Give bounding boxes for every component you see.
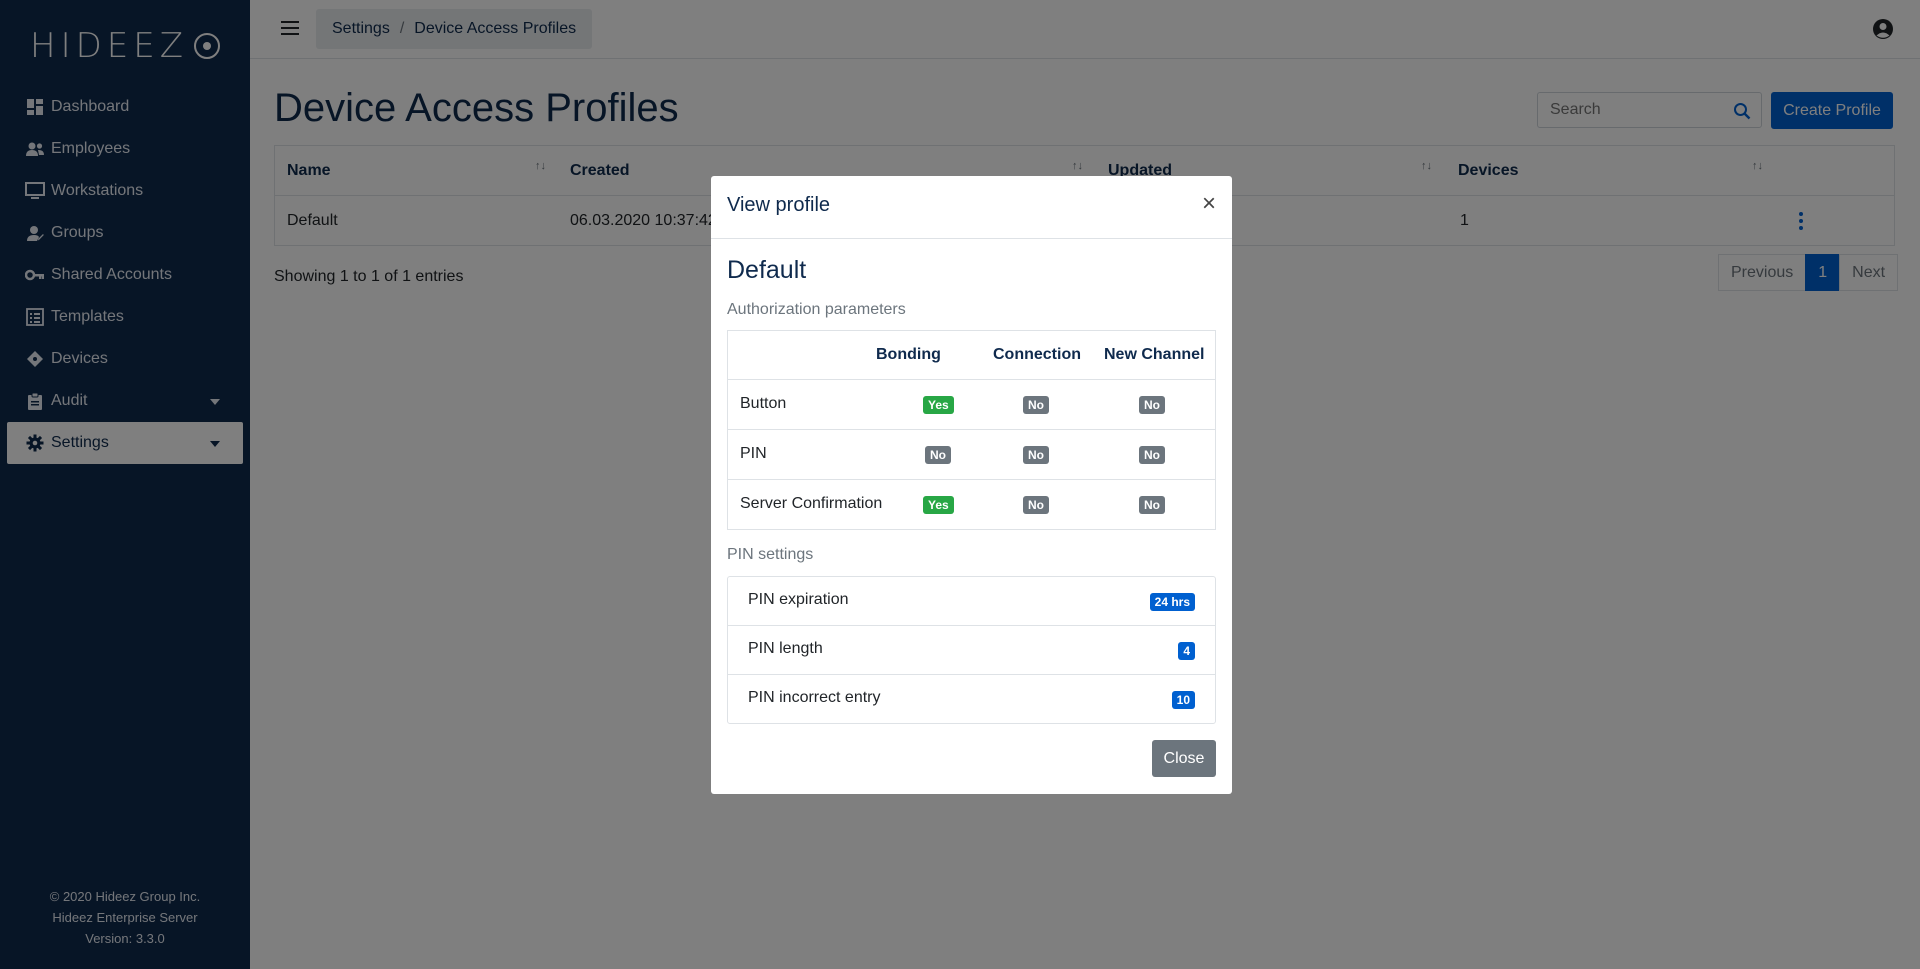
pin-setting-label: PIN length: [748, 640, 823, 657]
status-badge: No: [1023, 446, 1049, 464]
status-badge: Yes: [923, 396, 954, 414]
close-button[interactable]: Close: [1152, 740, 1216, 777]
auth-column-bonding: Bonding: [876, 346, 941, 363]
auth-column-new-channel: New Channel: [1104, 346, 1205, 363]
pin-setting-badge: 10: [1171, 691, 1195, 709]
auth-row-label: Button: [740, 395, 787, 412]
pin-setting-badge: 24 hrs: [1149, 593, 1195, 611]
status-badge: No: [1023, 396, 1049, 414]
close-icon[interactable]: ×: [1202, 192, 1216, 216]
list-item: PIN expiration 24 hrs: [728, 577, 1215, 625]
pin-setting-label: PIN expiration: [748, 591, 849, 608]
auth-row-pin: PIN No No No: [728, 429, 1215, 479]
auth-header-row: Bonding Connection New Channel: [728, 331, 1215, 379]
status-badge: No: [1139, 496, 1165, 514]
status-badge: No: [1023, 496, 1049, 514]
pin-setting-label: PIN incorrect entry: [748, 689, 881, 706]
modal-header: View profile ×: [711, 176, 1232, 239]
status-badge: No: [925, 446, 951, 464]
status-badge: Yes: [923, 496, 954, 514]
auth-row-server-confirmation: Server Confirmation Yes No No: [728, 479, 1215, 529]
auth-row-label: PIN: [740, 445, 767, 462]
pin-setting-badge: 4: [1178, 642, 1195, 660]
status-badge: No: [1139, 396, 1165, 414]
profile-name: Default: [727, 256, 807, 284]
auth-row-button: Button Yes No No: [728, 379, 1215, 429]
view-profile-modal: View profile × Default Authorization par…: [711, 176, 1232, 794]
list-item: PIN length 4: [728, 625, 1215, 674]
auth-column-connection: Connection: [993, 346, 1081, 363]
modal-title: View profile: [727, 194, 831, 216]
pin-settings-label: PIN settings: [727, 546, 814, 563]
list-item: PIN incorrect entry 10: [728, 674, 1215, 723]
pin-settings-list: PIN expiration 24 hrs PIN length 4 PIN i…: [727, 576, 1216, 724]
auth-params-table: Bonding Connection New Channel Button Ye…: [727, 330, 1216, 530]
auth-row-label: Server Confirmation: [740, 495, 883, 512]
auth-params-label: Authorization parameters: [727, 301, 906, 318]
status-badge: No: [1139, 446, 1165, 464]
